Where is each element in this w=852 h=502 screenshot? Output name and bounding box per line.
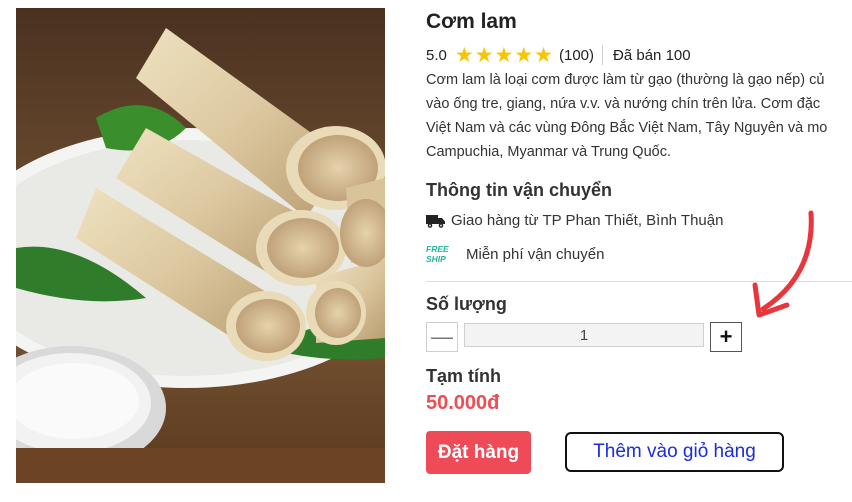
quantity-title: Số lượng bbox=[426, 294, 507, 314]
description-line: vào ống tre, giang, nứa v.v. và nướng ch… bbox=[426, 96, 821, 112]
rating-row: 5.0 ★ ★ ★ ★ ★ (100) Đã bán 100 bbox=[426, 44, 691, 66]
rating-stars: ★ ★ ★ ★ ★ bbox=[455, 45, 553, 66]
description-line: Việt Nam và các vùng Đông Bắc Việt Nam, … bbox=[426, 120, 828, 136]
shipping-from-row: Giao hàng từ TP Phan Thiết, Bình Thuận bbox=[426, 212, 723, 229]
order-button[interactable]: Đặt hàng bbox=[426, 431, 531, 474]
star-icon: ★ bbox=[454, 43, 474, 67]
product-image bbox=[16, 8, 385, 483]
star-icon: ★ bbox=[474, 43, 494, 67]
freeship-icon: FREE SHIP bbox=[426, 244, 449, 264]
subtotal-price: 50.000đ bbox=[426, 392, 500, 414]
quantity-decrease-button[interactable]: — bbox=[426, 322, 458, 352]
freeship-row: FREE SHIP Miễn phí vận chuyển bbox=[426, 244, 604, 264]
com-lam-photo bbox=[16, 8, 385, 483]
truck-icon bbox=[426, 214, 445, 228]
subtotal-title: Tạm tính bbox=[426, 366, 501, 386]
description-line: Cơm lam là loại cơm được làm từ gạo (thư… bbox=[426, 72, 825, 88]
freeship-text: Miễn phí vận chuyển bbox=[466, 245, 605, 263]
shipping-title: Thông tin vận chuyển bbox=[426, 180, 613, 200]
freeship-badge-bottom: SHIP bbox=[426, 254, 446, 264]
star-icon: ★ bbox=[494, 43, 514, 67]
freeship-badge-top: FREE bbox=[426, 244, 449, 254]
add-to-cart-button[interactable]: Thêm vào giỏ hàng bbox=[565, 432, 784, 472]
section-divider bbox=[426, 281, 852, 282]
quantity-increase-button[interactable]: + bbox=[710, 322, 742, 352]
divider bbox=[602, 45, 604, 65]
quantity-input[interactable] bbox=[464, 323, 704, 347]
product-description: Cơm lam là loại cơm được làm từ gạo (thư… bbox=[426, 68, 852, 164]
review-count[interactable]: (100) bbox=[559, 47, 594, 64]
sold-count: Đã bán 100 bbox=[613, 46, 691, 64]
star-icon: ★ bbox=[534, 43, 553, 67]
product-info: Cơm lam 5.0 ★ ★ ★ ★ ★ (100) Đã bán 100 C… bbox=[426, 0, 852, 502]
rating-value: 5.0 bbox=[426, 46, 447, 64]
product-title: Cơm lam bbox=[426, 10, 517, 33]
shipping-from: Giao hàng từ TP Phan Thiết, Bình Thuận bbox=[451, 212, 724, 229]
description-line: Campuchia, Myanmar và Trung Quốc. bbox=[426, 144, 671, 160]
star-icon: ★ bbox=[514, 43, 534, 67]
